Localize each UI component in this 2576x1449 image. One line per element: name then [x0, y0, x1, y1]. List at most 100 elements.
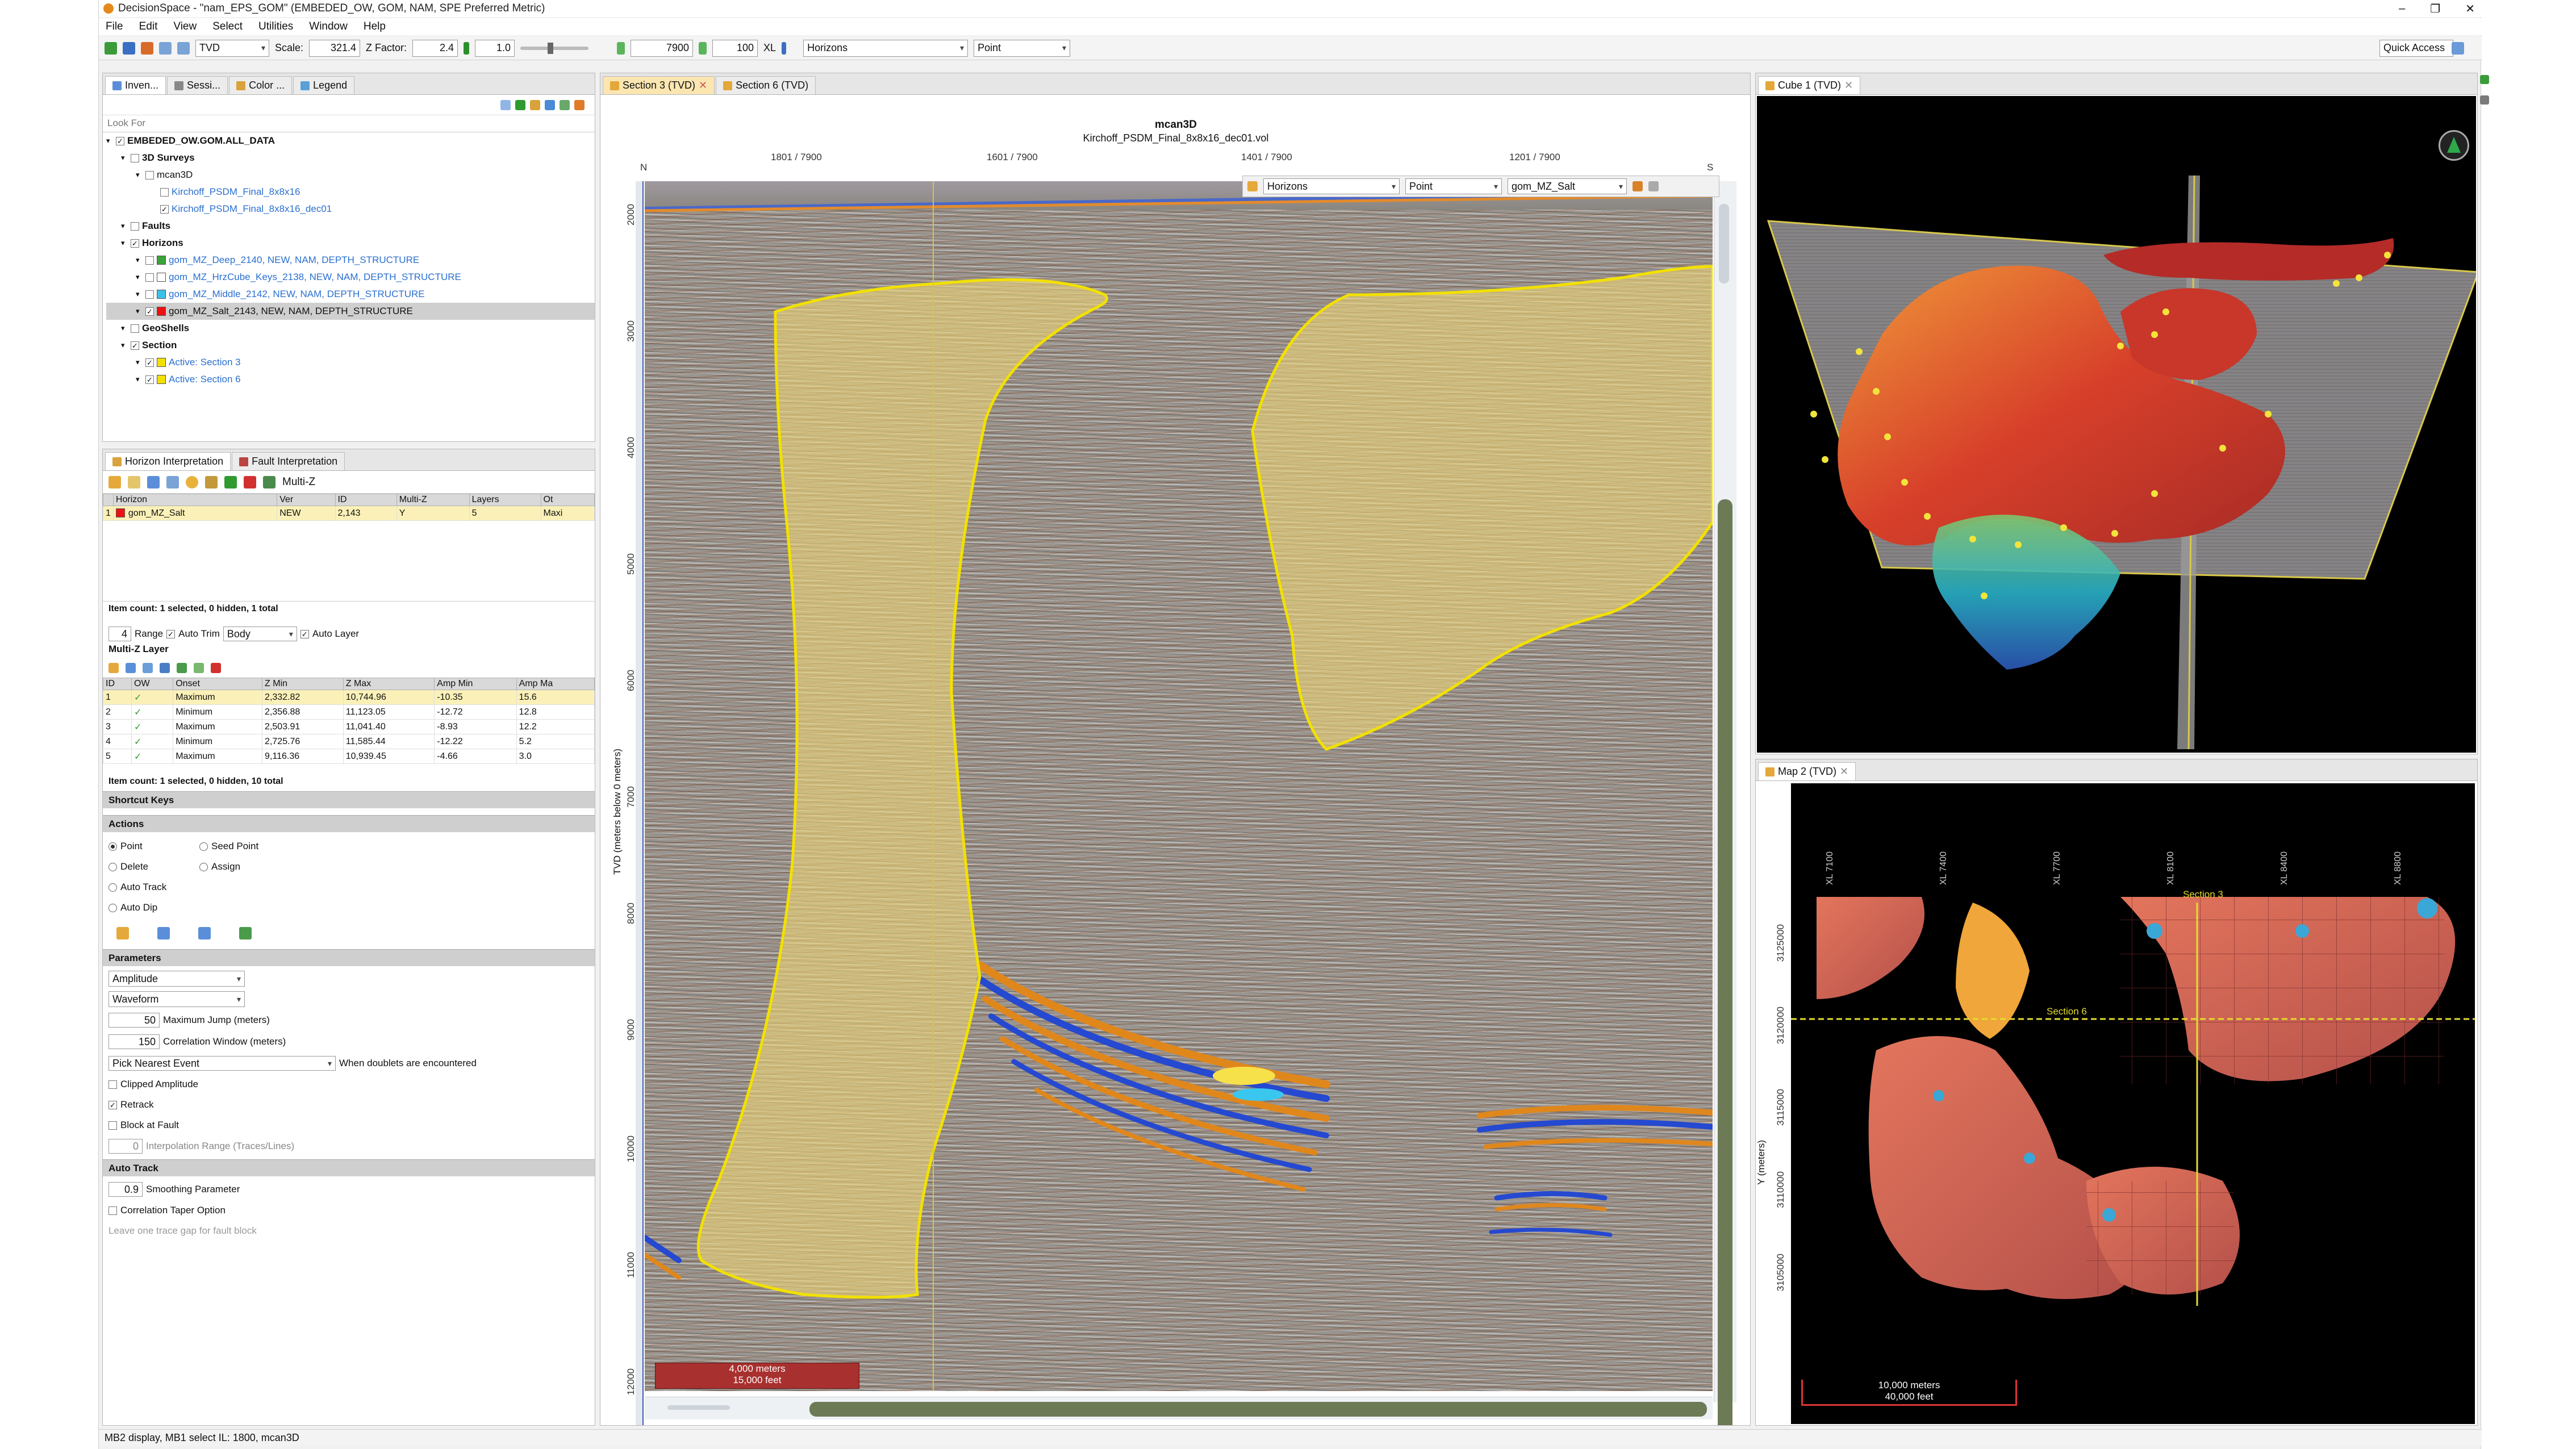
z-arrow-icon[interactable]: [464, 41, 470, 55]
horizontal-zoom-slider[interactable]: [667, 1405, 730, 1410]
table-row[interactable]: 5 ✓ Maximum 9,116.36 10,939.45 -4.66 3.0: [103, 749, 595, 764]
tree-checkbox[interactable]: [145, 170, 154, 179]
expand-arrow-icon[interactable]: ▾: [136, 269, 143, 286]
expand-arrow-icon[interactable]: ▾: [136, 303, 143, 320]
layer-chart-icon[interactable]: [143, 663, 153, 673]
pick-icon[interactable]: [128, 475, 140, 488]
close-tab-icon[interactable]: ✕: [699, 80, 707, 91]
tree-checkbox[interactable]: [131, 222, 139, 231]
vertical-scroll-thumb[interactable]: [1718, 499, 1732, 1425]
tree-checkbox[interactable]: ✓: [131, 239, 139, 248]
tab-horizon-interpretation[interactable]: Horizon Interpretation: [105, 452, 231, 470]
close-tab-icon[interactable]: ✕: [1840, 766, 1848, 778]
col-layers[interactable]: Layers: [469, 494, 541, 506]
add-item-icon[interactable]: [515, 99, 525, 110]
expand-arrow-icon[interactable]: ▾: [106, 132, 113, 149]
exaggeration-input[interactable]: 1.0: [475, 39, 515, 57]
menu-utilities[interactable]: Utilities: [258, 20, 293, 33]
menu-edit[interactable]: Edit: [139, 20, 158, 33]
corr-taper-checkbox[interactable]: [108, 1206, 117, 1215]
menu-select[interactable]: Select: [212, 20, 243, 33]
side-panel-icon[interactable]: [2480, 95, 2489, 105]
block-fault-checkbox[interactable]: [108, 1121, 117, 1130]
restore-icon[interactable]: ❐: [2430, 2, 2440, 16]
save-icon[interactable]: [123, 41, 135, 55]
tree-checkbox[interactable]: ✓: [145, 307, 154, 316]
tree-item[interactable]: ▾ gom_MZ_HrzCube_Keys_2138, NEW, NAM, DEP…: [106, 269, 595, 286]
cube-3d-canvas[interactable]: [1757, 96, 2476, 753]
tree-checkbox[interactable]: [145, 273, 154, 282]
tab-legend[interactable]: Legend: [293, 76, 355, 94]
lcol-zmax[interactable]: Z Max: [343, 678, 435, 690]
inventory-search-input[interactable]: Look For: [103, 115, 595, 132]
side-panel-icon[interactable]: [2480, 75, 2489, 84]
tab-section-3[interactable]: Section 3 (TVD) ✕: [603, 76, 715, 94]
expand-icon[interactable]: [560, 99, 570, 110]
smoothing-input[interactable]: 0.9: [108, 1182, 143, 1197]
waveform-select[interactable]: Waveform: [108, 991, 245, 1007]
point-radio[interactable]: [108, 842, 117, 851]
close-icon[interactable]: ✕: [2465, 2, 2475, 16]
interp-range-input[interactable]: 0: [108, 1139, 143, 1154]
refresh-icon[interactable]: [545, 99, 555, 110]
col-index[interactable]: [103, 494, 114, 506]
layer-select[interactable]: Horizons: [803, 39, 968, 57]
tree-checkbox[interactable]: ✓: [116, 136, 124, 145]
filter-icon[interactable]: [530, 99, 540, 110]
interp-tool-icon[interactable]: [1247, 181, 1258, 191]
seed-point-radio[interactable]: [199, 842, 208, 851]
quick-access-input[interactable]: Quick Access: [2379, 39, 2453, 57]
shortcut-keys-section[interactable]: Shortcut Keys: [103, 791, 595, 808]
tree-item[interactable]: ▾ ✓ Active: Section 6: [106, 371, 595, 388]
section-layer-select[interactable]: Horizons: [1263, 178, 1400, 194]
style-icon[interactable]: [205, 475, 218, 488]
col-other[interactable]: Ot: [540, 494, 595, 506]
layer-import-icon[interactable]: [160, 663, 170, 673]
range-input[interactable]: 4: [108, 627, 131, 641]
step-input[interactable]: 100: [712, 39, 758, 57]
minimize-icon[interactable]: –: [2399, 2, 2405, 15]
lcol-ampmin[interactable]: Amp Min: [434, 678, 517, 690]
layer-sort-icon[interactable]: [177, 663, 187, 673]
tree-checkbox[interactable]: ✓: [145, 358, 154, 367]
actions-section[interactable]: Actions: [103, 815, 595, 832]
pick-select[interactable]: Pick Nearest Event: [108, 1056, 336, 1071]
auto-dip-radio[interactable]: [108, 903, 117, 912]
color-swatch-icon[interactable]: [186, 475, 198, 488]
tree-item[interactable]: ▾ ✓ Active: Section 3: [106, 354, 595, 371]
layer-delete-icon[interactable]: [211, 663, 221, 673]
add-icon[interactable]: [105, 41, 117, 55]
action-auto-dip[interactable]: Auto Dip: [108, 899, 199, 916]
zfactor-input[interactable]: 2.4: [412, 39, 458, 57]
previous-line-icon[interactable]: [617, 41, 625, 55]
expand-arrow-icon[interactable]: ▾: [121, 235, 128, 252]
tree-item[interactable]: ▾ ✓ gom_MZ_Salt_2143, NEW, NAM, DEPTH_STRU…: [106, 303, 595, 320]
vertical-scrollbar[interactable]: [1714, 181, 1736, 1425]
tab-inventory[interactable]: Inven...: [105, 76, 166, 94]
section-mode-select[interactable]: Point: [1405, 178, 1502, 194]
lcol-zmin[interactable]: Z Min: [262, 678, 344, 690]
redo-icon[interactable]: [177, 41, 190, 55]
action-assign[interactable]: Assign: [199, 858, 313, 875]
tree-item[interactable]: ▾ ✓ Section: [106, 337, 595, 354]
menu-window[interactable]: Window: [309, 20, 348, 33]
tab-map-2[interactable]: Map 2 (TVD) ✕: [1758, 762, 1856, 780]
tree-checkbox[interactable]: ✓: [131, 341, 139, 350]
expand-arrow-icon[interactable]: ▾: [136, 354, 143, 371]
mode-select[interactable]: Point: [974, 39, 1071, 57]
expand-arrow-icon[interactable]: ▾: [121, 337, 128, 354]
clipped-checkbox[interactable]: [108, 1080, 117, 1089]
horizontal-scrollbar[interactable]: [645, 1397, 1713, 1419]
lcol-ow[interactable]: OW: [131, 678, 174, 690]
close-tab-icon[interactable]: ✕: [1844, 80, 1853, 91]
corr-window-input[interactable]: 150: [108, 1034, 160, 1049]
tab-color[interactable]: Color ...: [229, 76, 293, 94]
delete-radio[interactable]: [108, 862, 117, 871]
attribute-select[interactable]: Amplitude: [108, 971, 245, 987]
tree-item[interactable]: ▾ mcan3D: [106, 166, 595, 183]
action-delete[interactable]: Delete: [108, 858, 199, 875]
auto-layer-checkbox[interactable]: ✓: [300, 629, 309, 638]
expand-arrow-icon[interactable]: ▾: [136, 252, 143, 269]
lcol-ampmax[interactable]: Amp Ma: [516, 678, 595, 690]
auto-track-section[interactable]: Auto Track: [103, 1159, 595, 1176]
